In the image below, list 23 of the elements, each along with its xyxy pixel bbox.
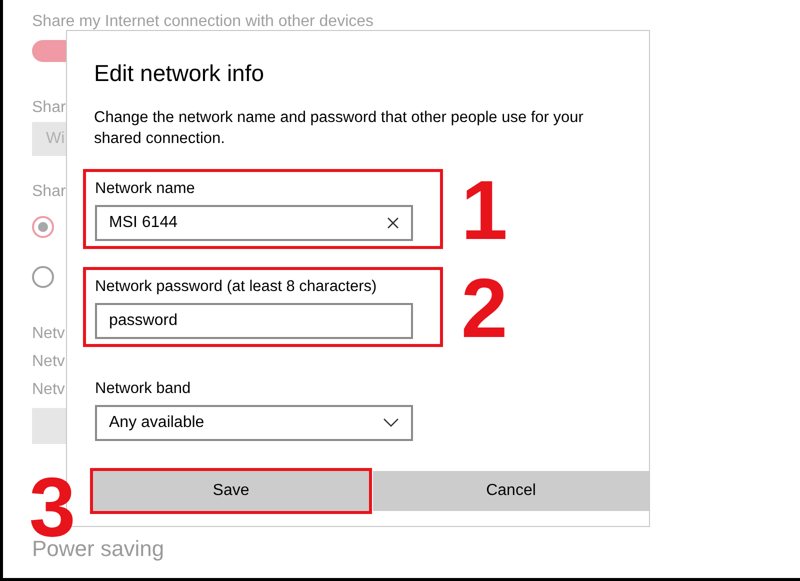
- field-label: Network band: [95, 378, 192, 398]
- input-field[interactable]: MSI 6144: [95, 204, 413, 240]
- step-number: 1: [461, 168, 508, 252]
- setting-text: Netv: [32, 380, 65, 398]
- section-heading: Power saving: [32, 538, 164, 560]
- radio-button[interactable]: [32, 266, 54, 288]
- dialog-description: Change the network name and password that other people use for your shared connection.: [94, 108, 584, 148]
- setting-text: Netv: [32, 324, 65, 342]
- setting-text: Netv: [32, 352, 65, 370]
- chevron-down-icon: [383, 418, 399, 427]
- step-number: 2: [461, 266, 508, 350]
- setting-label: Shar: [32, 98, 66, 116]
- dropdown[interactable]: Any available: [95, 404, 413, 440]
- dialog-button[interactable]: Cancel: [373, 470, 649, 510]
- dialog-title: Edit network info: [94, 59, 266, 88]
- field-label: Network name: [95, 178, 196, 198]
- dialog-button[interactable]: Save: [93, 470, 369, 510]
- section-heading: Share my Internet connection with other devices: [32, 12, 374, 30]
- input-field[interactable]: password: [95, 302, 413, 338]
- radio-button[interactable]: [32, 216, 54, 238]
- setting-label: Shar: [32, 182, 66, 200]
- field-label: Network password (at least 8 characters): [95, 276, 378, 296]
- clear-icon[interactable]: [387, 216, 399, 228]
